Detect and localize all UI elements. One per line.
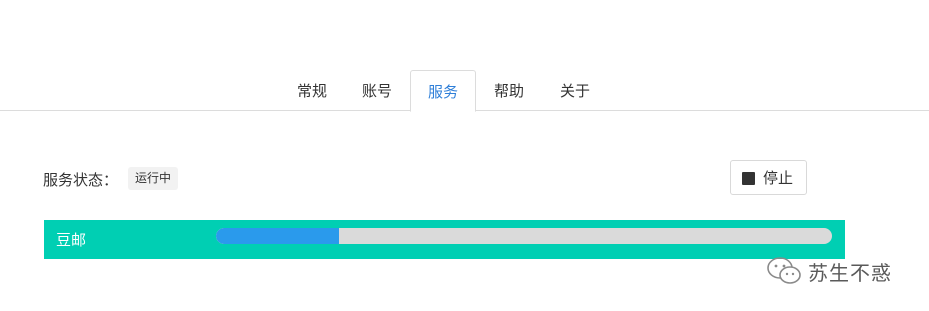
service-item-row: 豆邮 (44, 220, 845, 259)
tab-account[interactable]: 账号 (350, 70, 404, 111)
service-progress-fill (216, 228, 340, 244)
tab-help[interactable]: 帮助 (482, 70, 536, 111)
stop-icon (742, 172, 755, 185)
status-badge: 运行中 (128, 167, 179, 190)
stop-button[interactable]: 停止 (730, 160, 807, 195)
stop-button-label: 停止 (763, 169, 794, 187)
tab-service[interactable]: 服务 (410, 70, 476, 112)
watermark-text: 苏生不惑 (808, 260, 892, 285)
service-progress-bar (216, 228, 832, 244)
tab-about[interactable]: 关于 (548, 70, 602, 111)
tab-bar: 常规 账号 服务 帮助 关于 (0, 70, 929, 112)
wechat-logo-icon (767, 257, 801, 284)
watermark: 苏生不惑 (766, 256, 892, 286)
settings-page: 常规 账号 服务 帮助 关于 服务状态： 运行中 停止 豆邮 苏生不惑 (0, 0, 929, 311)
tab-general[interactable]: 常规 (285, 70, 339, 111)
service-status-label: 服务状态： (43, 171, 119, 189)
service-name: 豆邮 (56, 231, 87, 249)
